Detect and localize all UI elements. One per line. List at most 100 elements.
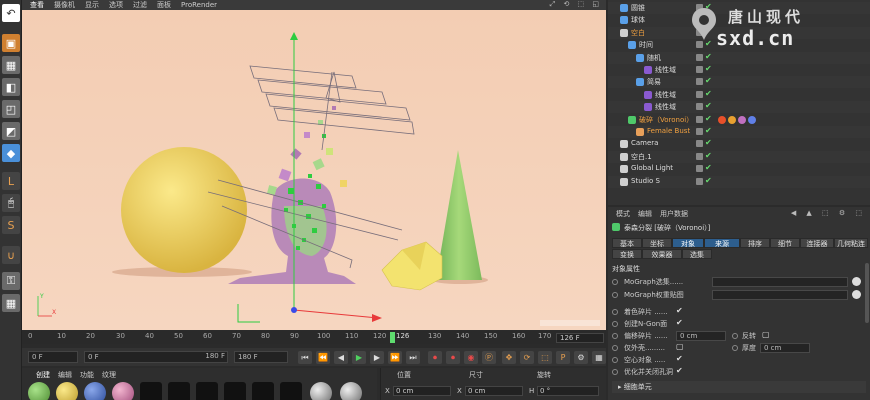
mouse-icon[interactable]: 🖰 <box>2 194 20 212</box>
object-name[interactable]: Female Bust <box>647 127 690 135</box>
object-name[interactable]: 破碎（Voronoi） <box>639 115 693 125</box>
enabled-check-icon[interactable]: ✔ <box>705 76 712 85</box>
anim-dot[interactable] <box>612 357 618 363</box>
object-row[interactable]: 简易 ✔ <box>608 76 870 89</box>
anim-dot[interactable] <box>612 309 618 315</box>
visibility-dot[interactable] <box>696 177 703 185</box>
material-swatch[interactable] <box>140 382 162 400</box>
material-swatch[interactable] <box>252 382 274 400</box>
tab-effectors[interactable]: 效果器 <box>642 249 682 259</box>
object-row[interactable]: Camera ✔ <box>608 138 870 150</box>
enabled-check-icon[interactable]: ✔ <box>705 126 712 135</box>
object-name[interactable]: 简易 <box>647 77 661 87</box>
colorize-checkbox[interactable]: ✔ <box>676 306 683 315</box>
key-scale-button[interactable]: ⬚ <box>538 351 552 364</box>
material-swatch[interactable] <box>280 382 302 400</box>
material-swatch[interactable] <box>56 382 78 400</box>
key-param-button[interactable]: P <box>556 351 570 364</box>
material-menu-edit[interactable]: 编辑 <box>58 370 72 380</box>
menu-camera[interactable]: 摄像机 <box>54 0 75 10</box>
end-frame-field[interactable]: 180 F <box>234 351 288 363</box>
enabled-check-icon[interactable]: ✔ <box>705 151 712 160</box>
attr-menu-mode[interactable]: 模式 <box>616 209 630 219</box>
object-name[interactable]: 线性域 <box>655 102 676 112</box>
object-row[interactable]: 线性域 ✔ <box>608 64 870 76</box>
material-swatch[interactable] <box>340 382 362 400</box>
menu-panel[interactable]: 面板 <box>157 0 171 10</box>
object-row[interactable]: 破碎（Voronoi） ✔ <box>608 114 870 126</box>
visibility-dot[interactable] <box>696 128 703 135</box>
enabled-check-icon[interactable]: ✔ <box>705 138 712 147</box>
cells-section-header[interactable]: ▸ 细胞单元 <box>612 381 866 393</box>
enabled-check-icon[interactable]: ✔ <box>705 52 712 61</box>
3d-viewport[interactable]: Y X <box>22 10 606 330</box>
object-name[interactable]: 时间 <box>639 40 653 50</box>
goto-start-button[interactable]: ⏮ <box>298 351 312 364</box>
axis-icon[interactable]: L <box>2 172 20 190</box>
mograph-selection-field[interactable] <box>712 277 848 287</box>
material-tag-icon[interactable] <box>718 115 726 124</box>
tab-sort[interactable]: 排序 <box>740 238 770 248</box>
grid-icon[interactable]: ▦ <box>2 294 20 312</box>
yellow-sphere[interactable] <box>121 147 247 273</box>
playhead[interactable] <box>390 332 395 343</box>
anim-dot[interactable] <box>612 321 618 327</box>
material-swatch[interactable] <box>168 382 190 400</box>
autokey-button[interactable]: ⏺ <box>446 351 460 364</box>
enabled-check-icon[interactable]: ✔ <box>705 114 712 123</box>
enabled-check-icon[interactable]: ✔ <box>705 163 712 172</box>
record-button[interactable]: ⏺ <box>428 351 442 364</box>
cube-icon[interactable]: ▣ <box>2 34 20 52</box>
material-swatch[interactable] <box>196 382 218 400</box>
material-tag-icon[interactable] <box>748 115 756 124</box>
tab-detail[interactable]: 细节 <box>770 238 800 248</box>
link-clear-icon[interactable] <box>852 290 861 299</box>
rotation-h-field[interactable]: 0 ° <box>537 386 599 396</box>
material-tag-icon[interactable] <box>728 115 736 124</box>
tab-geometry-glue[interactable]: 几何粘连 <box>834 238 868 248</box>
attr-menu-edit[interactable]: 编辑 <box>638 209 652 219</box>
material-swatch[interactable] <box>224 382 246 400</box>
anim-dot[interactable] <box>732 345 738 351</box>
offset-field[interactable]: 0 cm <box>676 331 726 341</box>
object-name[interactable]: 随机 <box>647 53 661 63</box>
anim-dot[interactable] <box>612 279 618 285</box>
anim-dot[interactable] <box>732 333 738 339</box>
visibility-dot[interactable] <box>696 140 703 148</box>
object-row[interactable]: 随机 ✔ <box>608 51 870 64</box>
mesh-icon[interactable]: ◧ <box>2 78 20 96</box>
material-menu-function[interactable]: 功能 <box>80 370 94 380</box>
lock-icon[interactable]: ⚿ <box>2 272 20 290</box>
optimize-checkbox[interactable]: ✔ <box>676 366 683 375</box>
anim-dot[interactable] <box>612 333 618 339</box>
object-name[interactable]: 线性域 <box>655 90 676 100</box>
prev-frame-button[interactable]: ◀ <box>334 351 348 364</box>
link-clear-icon[interactable] <box>852 277 861 286</box>
menu-display[interactable]: 显示 <box>85 0 99 10</box>
visibility-dot[interactable] <box>696 165 703 173</box>
tab-transform[interactable]: 变换 <box>612 249 642 259</box>
start-frame-field[interactable]: 0 F <box>28 351 78 363</box>
object-name[interactable]: Global Light <box>631 164 673 172</box>
visibility-dot[interactable] <box>696 78 703 86</box>
menu-prorender[interactable]: ProRender <box>181 1 217 9</box>
object-row[interactable]: Female Bust ✔ <box>608 126 870 138</box>
visibility-dot[interactable] <box>696 53 703 61</box>
key-move-button[interactable]: ✥ <box>502 351 516 364</box>
next-frame-button[interactable]: ▶ <box>370 351 384 364</box>
preview-range-max[interactable]: 180 F <box>180 351 228 363</box>
visibility-dot[interactable] <box>696 90 703 98</box>
tab-source[interactable]: 来源 <box>704 238 740 248</box>
visibility-dot[interactable] <box>696 66 703 73</box>
attr-scrollbar[interactable] <box>865 263 869 323</box>
visibility-dot[interactable] <box>696 115 703 123</box>
attr-nav-icons[interactable]: ◀ ▲ ⬚ ⚙ ⬚ <box>791 209 866 217</box>
tab-object[interactable]: 对象 <box>672 238 704 248</box>
object-row[interactable]: 线性域 ✔ <box>608 89 870 101</box>
polygons-icon[interactable]: ◆ <box>2 144 20 162</box>
thickness-field[interactable]: 0 cm <box>760 343 810 353</box>
material-tag-icon[interactable] <box>738 115 746 124</box>
timeline-ruler[interactable]: 0 10 20 30 40 50 60 70 80 90 100 110 120… <box>22 331 606 344</box>
object-row[interactable]: Global Light ✔ <box>608 163 870 175</box>
mograph-weight-field[interactable] <box>712 290 848 300</box>
